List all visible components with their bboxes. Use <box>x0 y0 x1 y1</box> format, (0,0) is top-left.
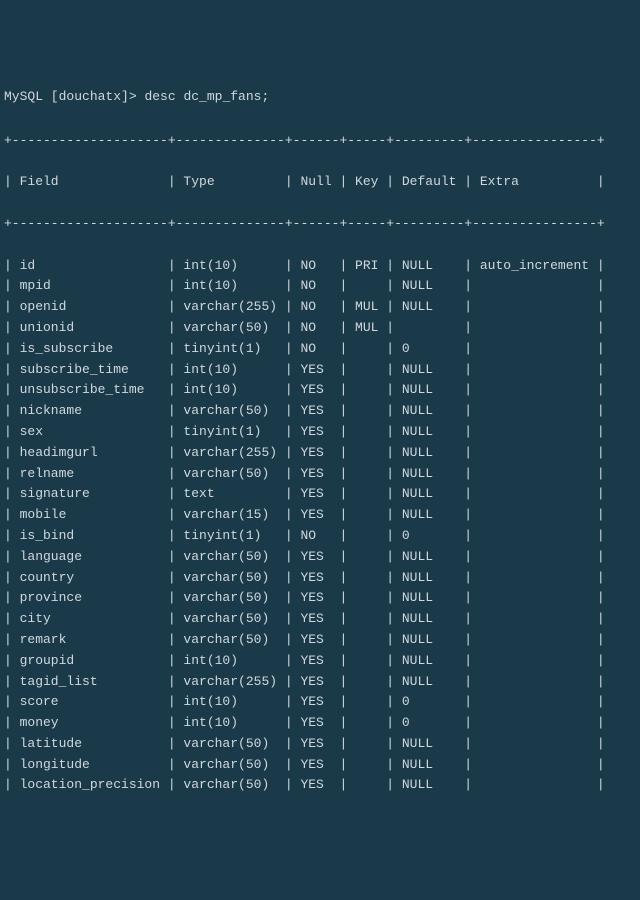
table-row: | signature | text | YES | | NULL | | <box>4 484 640 505</box>
table-row: | relname | varchar(50) | YES | | NULL |… <box>4 464 640 485</box>
table-row: | remark | varchar(50) | YES | | NULL | … <box>4 630 640 651</box>
table-row: | nickname | varchar(50) | YES | | NULL … <box>4 401 640 422</box>
table-row: | openid | varchar(255) | NO | MUL | NUL… <box>4 297 640 318</box>
table-row: | money | int(10) | YES | | 0 | | <box>4 713 640 734</box>
table-row: | subscribe_time | int(10) | YES | | NUL… <box>4 360 640 381</box>
table-row: | unsubscribe_time | int(10) | YES | | N… <box>4 380 640 401</box>
table-row: | city | varchar(50) | YES | | NULL | | <box>4 609 640 630</box>
table-border-mid: +--------------------+--------------+---… <box>4 214 640 235</box>
table-row: | country | varchar(50) | YES | | NULL |… <box>4 568 640 589</box>
table-row: | is_bind | tinyint(1) | NO | | 0 | | <box>4 526 640 547</box>
table-border-top: +--------------------+--------------+---… <box>4 131 640 152</box>
table-body: | id | int(10) | NO | PRI | NULL | auto_… <box>4 256 640 797</box>
table-row: | score | int(10) | YES | | 0 | | <box>4 692 640 713</box>
table-row: | headimgurl | varchar(255) | YES | | NU… <box>4 443 640 464</box>
table-row: | is_subscribe | tinyint(1) | NO | | 0 |… <box>4 339 640 360</box>
table-row: | sex | tinyint(1) | YES | | NULL | | <box>4 422 640 443</box>
table-row: | mobile | varchar(15) | YES | | NULL | … <box>4 505 640 526</box>
table-row: | id | int(10) | NO | PRI | NULL | auto_… <box>4 256 640 277</box>
table-row: | province | varchar(50) | YES | | NULL … <box>4 588 640 609</box>
table-row: | groupid | int(10) | YES | | NULL | | <box>4 651 640 672</box>
table-row: | tagid_list | varchar(255) | YES | | NU… <box>4 672 640 693</box>
prompt-prefix: MySQL [douchatx]> <box>4 89 144 104</box>
table-row: | mpid | int(10) | NO | | NULL | | <box>4 276 640 297</box>
prompt-command: desc dc_mp_fans; <box>144 89 269 104</box>
table-row: | unionid | varchar(50) | NO | MUL | | | <box>4 318 640 339</box>
table-row: | longitude | varchar(50) | YES | | NULL… <box>4 755 640 776</box>
mysql-prompt: MySQL [douchatx]> desc dc_mp_fans; <box>4 87 640 108</box>
table-row: | location_precision | varchar(50) | YES… <box>4 775 640 796</box>
table-row: | language | varchar(50) | YES | | NULL … <box>4 547 640 568</box>
table-row: | latitude | varchar(50) | YES | | NULL … <box>4 734 640 755</box>
table-header-row: | Field | Type | Null | Key | Default | … <box>4 172 640 193</box>
